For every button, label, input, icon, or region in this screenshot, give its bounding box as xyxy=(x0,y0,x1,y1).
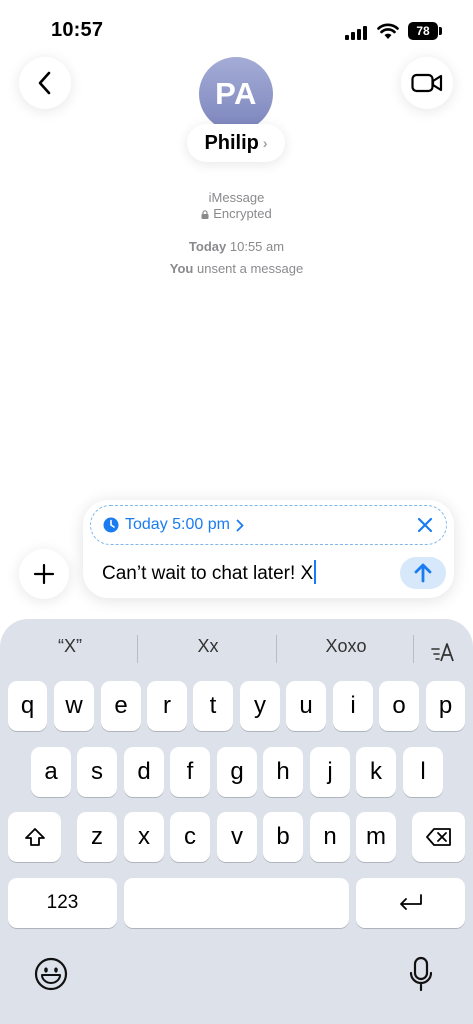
key-i[interactable]: i xyxy=(333,681,373,731)
key-x[interactable]: x xyxy=(124,812,164,862)
battery-icon: 78 xyxy=(408,22,438,40)
battery-tip xyxy=(439,27,442,35)
key-d[interactable]: d xyxy=(124,747,164,797)
unsent-actor: You xyxy=(169,261,194,276)
key-f[interactable]: f xyxy=(170,747,210,797)
key-a[interactable]: a xyxy=(31,747,71,797)
space-bar[interactable] xyxy=(124,878,349,928)
chevron-right-icon xyxy=(236,519,244,531)
key-z[interactable]: z xyxy=(77,812,117,862)
timestamp-day: Today xyxy=(188,239,227,254)
key-w[interactable]: w xyxy=(54,681,94,731)
key-h[interactable]: h xyxy=(263,747,303,797)
add-attachment-button[interactable] xyxy=(19,549,69,599)
return-icon xyxy=(399,894,422,910)
clock-icon xyxy=(103,517,119,533)
emoji-button[interactable] xyxy=(33,956,69,992)
key-e[interactable]: e xyxy=(101,681,141,731)
unsent-notice: You unsent a message xyxy=(0,261,473,276)
suggestion-divider xyxy=(137,635,138,663)
key-b[interactable]: b xyxy=(263,812,303,862)
suggestion-3[interactable]: Xoxo xyxy=(306,636,386,657)
format-glyph xyxy=(431,643,454,662)
backspace-icon xyxy=(425,828,451,846)
contact-name: Philip xyxy=(204,131,259,154)
text-cursor xyxy=(314,560,317,584)
back-button[interactable] xyxy=(19,57,71,109)
status-time: 10:57 xyxy=(51,19,104,41)
facetime-video-button[interactable] xyxy=(401,57,453,109)
video-camera-icon xyxy=(411,73,443,93)
emoji-icon xyxy=(34,957,68,991)
message-input-text: Can’t wait to chat later! X xyxy=(102,563,314,584)
key-y[interactable]: y xyxy=(240,681,280,731)
key-n[interactable]: n xyxy=(310,812,350,862)
scheduled-time: Today 5:00 pm xyxy=(125,516,230,533)
plus-icon xyxy=(34,564,54,584)
key-p[interactable]: p xyxy=(426,681,465,731)
contact-name-button[interactable]: Philip › xyxy=(187,124,285,162)
key-t[interactable]: t xyxy=(193,681,233,731)
suggestion-divider xyxy=(413,635,414,663)
send-later-pill[interactable]: Today 5:00 pm xyxy=(90,505,447,545)
shift-key[interactable] xyxy=(8,812,61,862)
service-label: iMessage xyxy=(208,190,265,205)
chevron-left-icon xyxy=(38,71,51,95)
close-icon[interactable] xyxy=(416,516,434,534)
key-o[interactable]: o xyxy=(379,681,419,731)
key-u[interactable]: u xyxy=(286,681,326,731)
suggestion-2[interactable]: Xx xyxy=(168,636,248,657)
message-timestamp: Today 10:55 am xyxy=(0,239,473,254)
unsent-text: unsent a message xyxy=(196,261,304,276)
chevron-right-icon: › xyxy=(262,135,268,151)
encryption-label: Encrypted xyxy=(0,206,473,221)
text-format-icon[interactable] xyxy=(428,639,458,665)
send-button[interactable] xyxy=(400,557,446,589)
encryption-text: Encrypted xyxy=(213,206,272,221)
lock-icon xyxy=(201,210,209,219)
key-k[interactable]: k xyxy=(356,747,396,797)
key-v[interactable]: v xyxy=(217,812,257,862)
return-key[interactable] xyxy=(356,878,465,928)
cellular-signal-icon xyxy=(345,26,369,40)
keyboard: “X” Xx Xoxo q w e r t y u i o p a s d f … xyxy=(0,619,473,1024)
key-l[interactable]: l xyxy=(403,747,443,797)
dictation-button[interactable] xyxy=(405,954,437,994)
key-q[interactable]: q xyxy=(8,681,47,731)
delete-key[interactable] xyxy=(412,812,465,862)
key-s[interactable]: s xyxy=(77,747,117,797)
numbers-key[interactable]: 123 xyxy=(8,878,117,928)
messages-screen: 10:57 78 PA Philip › iMessage Encrypted … xyxy=(0,0,473,1024)
suggestion-divider xyxy=(276,635,277,663)
key-r[interactable]: r xyxy=(147,681,187,731)
timestamp-time: 10:55 am xyxy=(229,239,285,254)
key-c[interactable]: c xyxy=(170,812,210,862)
contact-avatar[interactable]: PA xyxy=(199,57,273,131)
key-j[interactable]: j xyxy=(310,747,350,797)
arrow-up-icon xyxy=(414,563,432,583)
shift-icon xyxy=(24,828,45,846)
message-input[interactable]: Can’t wait to chat later! X xyxy=(102,560,317,585)
message-composer: Today 5:00 pm Can’t wait to chat later! … xyxy=(83,500,454,598)
key-g[interactable]: g xyxy=(217,747,257,797)
suggestion-1[interactable]: “X” xyxy=(30,636,110,657)
wifi-icon xyxy=(377,23,399,39)
microphone-icon xyxy=(409,956,433,992)
key-m[interactable]: m xyxy=(356,812,396,862)
